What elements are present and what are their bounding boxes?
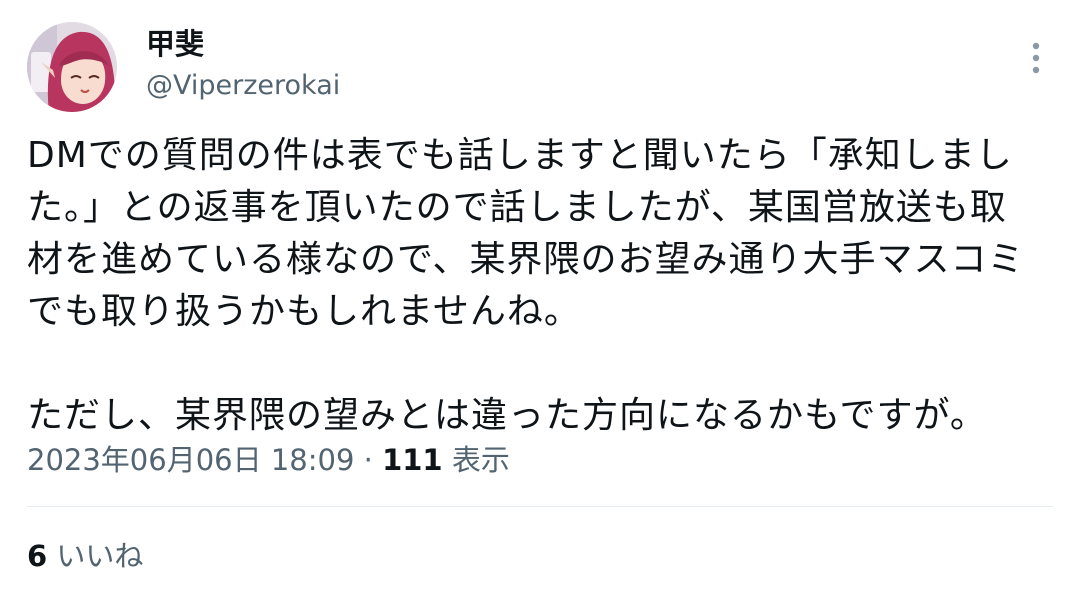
author-handle[interactable]: @Viperzerokai: [146, 70, 340, 102]
tweet-timestamp[interactable]: 2023年06月06日 18:09: [27, 443, 354, 477]
avatar-image: [27, 22, 117, 112]
likes-count: 6: [27, 539, 48, 573]
likes-label: いいね: [47, 539, 144, 573]
views-count: 111: [382, 443, 443, 477]
author-display-name[interactable]: 甲斐: [146, 27, 204, 61]
views-label: 表示: [442, 443, 510, 477]
more-options-button[interactable]: [1016, 36, 1056, 80]
tweet-detail: 甲斐 @Viperzerokai DMでの質問の件は表でも話しますと聞いたら「承…: [0, 0, 1080, 600]
tweet-meta: 2023年06月06日 18:09 · 111 表示: [27, 440, 510, 480]
tweet-text: DMでの質問の件は表でも話しますと聞いたら「承知しまし た。」との返事を頂いたの…: [27, 135, 1025, 436]
avatar[interactable]: [27, 22, 117, 112]
more-vertical-icon: [1032, 42, 1040, 74]
meta-separator: ·: [354, 443, 383, 477]
divider: [27, 506, 1053, 507]
likes-link[interactable]: 6 いいね: [27, 536, 143, 576]
